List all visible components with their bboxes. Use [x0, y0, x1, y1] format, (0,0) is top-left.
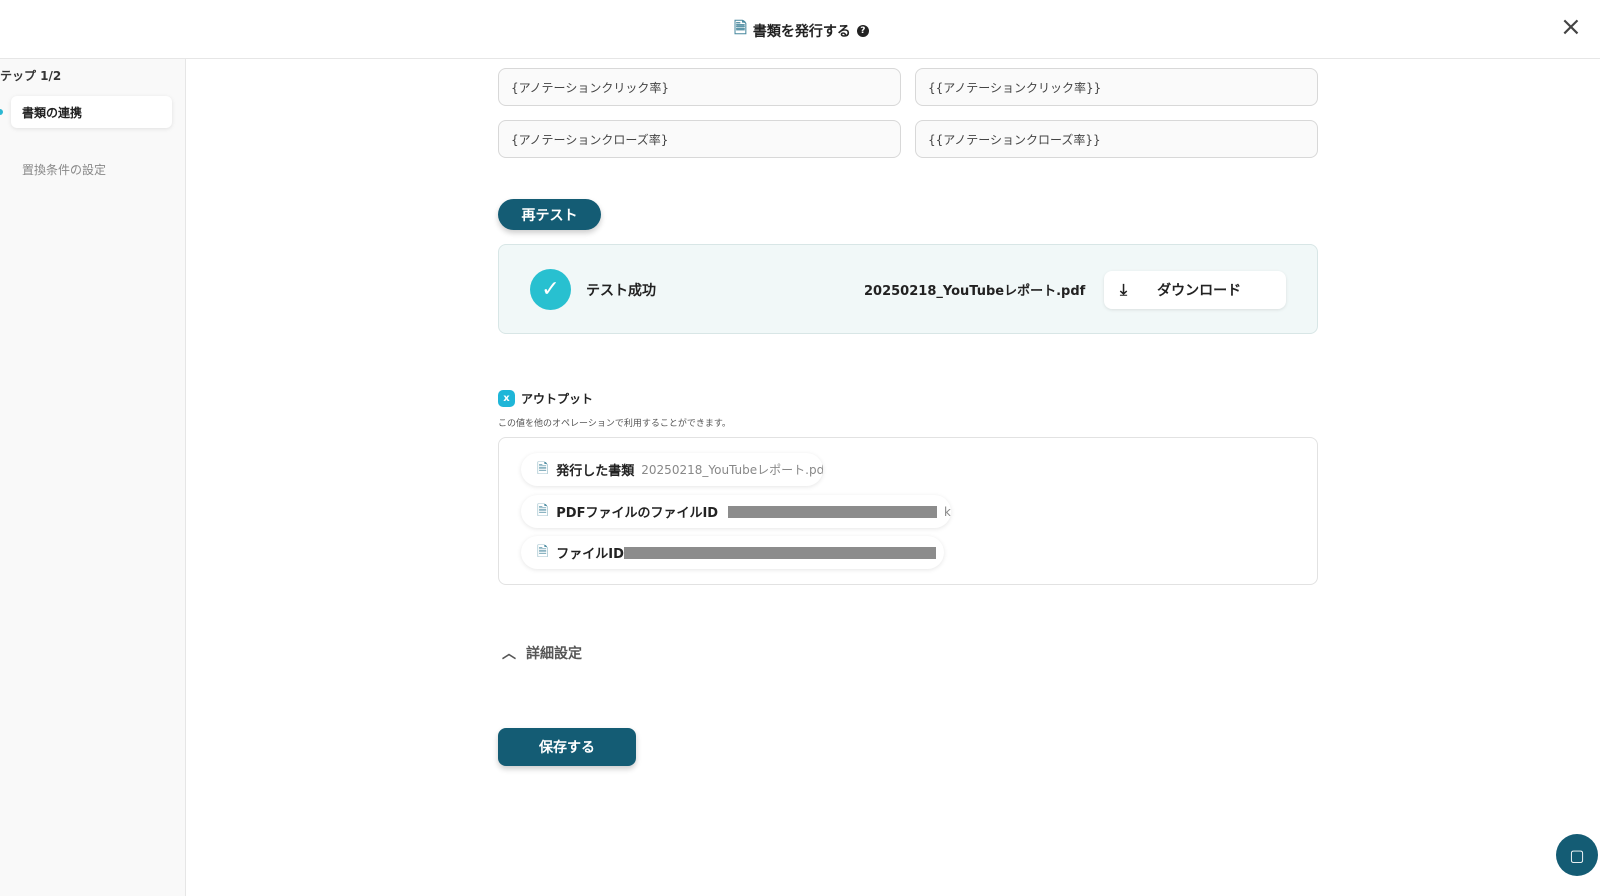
output-title: アウトプット [521, 392, 594, 406]
help-icon[interactable]: ? [856, 24, 869, 37]
modal-title: 🗎 書類を発行する ? [734, 17, 869, 44]
output-list: 🗎 発行した書類 20250218_YouTubeレポート.pdf 🗎 PDFフ… [498, 437, 1318, 585]
output-value: 20250218_YouTubeレポート.pdf [641, 463, 823, 477]
download-button[interactable]: ⤓ ダウンロード [1104, 271, 1286, 309]
retest-button[interactable]: 再テスト [498, 199, 601, 230]
redacted-value [623, 546, 936, 559]
title-text: 書類を発行する [752, 23, 851, 40]
chat-support-icon[interactable]: ▢ [1556, 834, 1598, 876]
test-result-panel: ✓ テスト成功 20250218_YouTubeレポート.pdf ⤓ ダウンロー… [498, 244, 1318, 334]
download-label: ダウンロード [1157, 283, 1242, 299]
sidebar-item-document-link[interactable]: 書類の連携 [11, 96, 172, 128]
field-right-1[interactable]: {{アノテーションクリック率}} [915, 68, 1318, 106]
field-right-2[interactable]: {{アノテーションクローズ率}} [915, 120, 1318, 158]
advanced-settings-toggle[interactable]: ︿ 詳細設定 [502, 643, 582, 663]
test-status: テスト成功 [586, 283, 656, 299]
check-icon: ✓ [530, 269, 571, 310]
document-icon: 🗎 [537, 502, 549, 519]
field-left-1[interactable]: {アノテーションクリック率} [498, 68, 901, 106]
chevron-up-icon: ︿ [502, 646, 516, 662]
output-description: この値を他のオペレーションで利用することができます。 [498, 419, 731, 429]
output-item[interactable]: 🗎 ファイルID [521, 536, 944, 569]
sidebar: テップ 1/2 書類の連携 置換条件の設定 [0, 59, 186, 896]
output-badge-icon: x [498, 390, 515, 407]
output-item[interactable]: 🗎 PDFファイルのファイルID k [521, 495, 951, 528]
active-step-dot [0, 109, 3, 115]
result-filename: 20250218_YouTubeレポート.pdf [864, 284, 1086, 299]
close-icon[interactable]: × [1560, 14, 1582, 40]
sidebar-item-label: 書類の連携 [22, 105, 83, 120]
sidebar-item-replace-settings[interactable]: 置換条件の設定 [11, 153, 172, 185]
download-icon: ⤓ [1120, 280, 1128, 299]
advanced-settings-label: 詳細設定 [526, 646, 582, 662]
save-button[interactable]: 保存する [498, 728, 636, 766]
modal-header: 🗎 書類を発行する ? × [0, 0, 1600, 59]
document-icon: 🗎 [537, 543, 549, 560]
step-label: テップ 1/2 [0, 69, 62, 83]
document-icon: 🗎 [537, 460, 549, 477]
field-left-2[interactable]: {アノテーションクローズ率} [498, 120, 901, 158]
document-icon: 🗎 [734, 18, 747, 37]
output-key: 発行した書類 [556, 464, 635, 479]
output-header: x アウトプット [498, 390, 593, 407]
output-key: PDFファイルのファイルID [556, 506, 719, 521]
output-item[interactable]: 🗎 発行した書類 20250218_YouTubeレポート.pdf [521, 453, 823, 486]
redacted-value [728, 505, 938, 518]
sidebar-item-label: 置換条件の設定 [22, 162, 107, 177]
output-value: k [944, 504, 951, 519]
output-key: ファイルID [556, 547, 624, 562]
